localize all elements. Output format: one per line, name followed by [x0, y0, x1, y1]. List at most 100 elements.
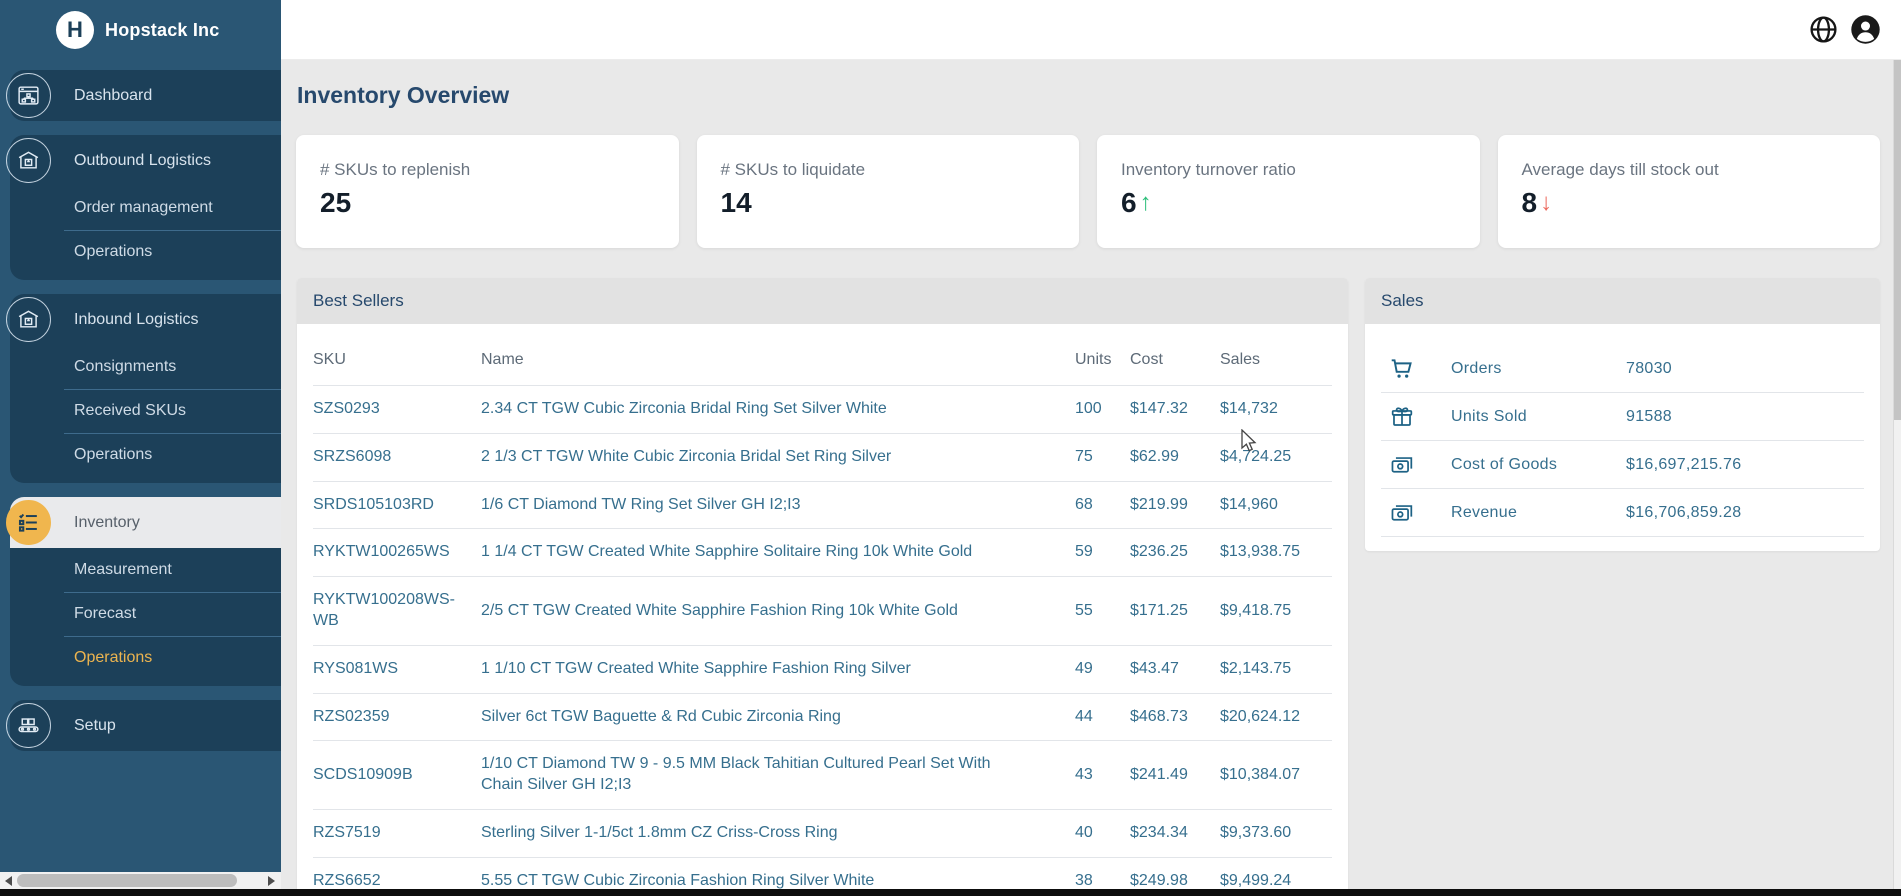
cell-sales: $14,732: [1220, 386, 1332, 434]
table-row: SCDS10909B 1/10 CT Diamond TW 9 - 9.5 MM…: [313, 741, 1332, 810]
cell-units: 59: [1075, 529, 1130, 577]
column-header-sales: Sales: [1220, 324, 1332, 386]
table-header-row: SKU Name Units Cost Sales: [313, 324, 1332, 386]
cash-icon: [1389, 452, 1415, 478]
table-row: SRZS6098 2 1/3 CT TGW White Cubic Zircon…: [313, 433, 1332, 481]
cell-sku[interactable]: SRDS105103RD: [313, 481, 481, 529]
sidebar-item-dashboard[interactable]: Dashboard: [10, 70, 281, 121]
sidebar-item-label: Dashboard: [74, 87, 152, 105]
stat-label: # SKUs to liquidate: [721, 160, 1056, 180]
sidebar-item-measurement[interactable]: Measurement: [10, 548, 281, 592]
cell-sales: $10,384.07: [1220, 741, 1332, 810]
vertical-scrollbar[interactable]: [1893, 60, 1901, 889]
cell-sales: $14,960: [1220, 481, 1332, 529]
main-content: Inventory Overview # SKUs to replenish 2…: [281, 60, 1901, 896]
table-row: RYKTW100208WS-WB 2/5 CT TGW Created Whit…: [313, 577, 1332, 646]
best-sellers-table: SKU Name Units Cost Sales SZS0293 2.34 C…: [313, 324, 1332, 896]
cell-sku[interactable]: SCDS10909B: [313, 741, 481, 810]
cell-name: 1 1/4 CT TGW Created White Sapphire Soli…: [481, 529, 1075, 577]
cell-cost: $234.34: [1130, 809, 1220, 857]
cell-units: 40: [1075, 809, 1130, 857]
stat-value: 8: [1522, 187, 1538, 219]
cell-units: 44: [1075, 693, 1130, 741]
scroll-left-arrow-icon[interactable]: [5, 876, 12, 886]
nav-group-inbound: Inbound Logistics Consignments Received …: [10, 294, 281, 483]
panels-row: Best Sellers SKU Name Units Cost Sales S…: [297, 278, 1880, 896]
table-row: RYS081WS 1 1/10 CT TGW Created White Sap…: [313, 645, 1332, 693]
cell-name: 2 1/3 CT TGW White Cubic Zirconia Bridal…: [481, 433, 1075, 481]
sales-label: Revenue: [1451, 504, 1626, 522]
cell-cost: $236.25: [1130, 529, 1220, 577]
warehouse-inbound-icon: [6, 297, 51, 342]
sales-row-cost-of-goods: Cost of Goods $16,697,215.76: [1381, 441, 1864, 489]
cell-cost: $468.73: [1130, 693, 1220, 741]
bottom-edge-bar: [0, 889, 1901, 896]
sidebar-item-received-skus[interactable]: Received SKUs: [10, 389, 281, 433]
cell-sku[interactable]: RYKTW100208WS-WB: [313, 577, 481, 646]
table-row: RYKTW100265WS 1 1/4 CT TGW Created White…: [313, 529, 1332, 577]
cell-sales: $9,373.60: [1220, 809, 1332, 857]
sales-value: $16,697,215.76: [1626, 456, 1741, 474]
sidebar-item-order-management[interactable]: Order management: [10, 186, 281, 230]
cell-cost: $43.47: [1130, 645, 1220, 693]
scrollbar-thumb[interactable]: [1894, 60, 1901, 420]
sales-label: Orders: [1451, 360, 1626, 378]
sales-value: $16,706,859.28: [1626, 504, 1741, 522]
sidebar-nav: Dashboard Outbound Logistics Order manag…: [0, 60, 281, 751]
sidebar-item-outbound-operations[interactable]: Operations: [10, 230, 281, 274]
cell-sales: $2,143.75: [1220, 645, 1332, 693]
cell-sku[interactable]: RYS081WS: [313, 645, 481, 693]
sidebar-item-label: Inventory: [74, 514, 140, 532]
stat-card-days-till-stockout: Average days till stock out 8 ↓: [1498, 135, 1881, 248]
cell-sku[interactable]: RZS02359: [313, 693, 481, 741]
globe-icon[interactable]: [1808, 14, 1839, 45]
sales-row-revenue: Revenue $16,706,859.28: [1381, 489, 1864, 537]
sidebar-item-inventory[interactable]: Inventory: [10, 497, 281, 548]
stat-label: Inventory turnover ratio: [1121, 160, 1456, 180]
column-header-name: Name: [481, 324, 1075, 386]
cell-sku[interactable]: RYKTW100265WS: [313, 529, 481, 577]
warehouse-outbound-icon: [6, 138, 51, 183]
sidebar-item-inventory-operations[interactable]: Operations: [10, 636, 281, 680]
sidebar-item-inbound-logistics[interactable]: Inbound Logistics: [10, 294, 281, 345]
sidebar-item-inbound-operations[interactable]: Operations: [10, 433, 281, 477]
scroll-right-arrow-icon[interactable]: [268, 876, 275, 886]
conveyor-icon: [6, 703, 51, 748]
cell-sku[interactable]: RZS7519: [313, 809, 481, 857]
sidebar-item-consignments[interactable]: Consignments: [10, 345, 281, 389]
cell-units: 75: [1075, 433, 1130, 481]
cell-sales: $20,624.12: [1220, 693, 1332, 741]
stat-card-skus-replenish: # SKUs to replenish 25: [296, 135, 679, 248]
cell-sku[interactable]: SZS0293: [313, 386, 481, 434]
app-logo: H Hopstack Inc: [0, 0, 281, 60]
cell-cost: $219.99: [1130, 481, 1220, 529]
cell-name: 1/10 CT Diamond TW 9 - 9.5 MM Black Tahi…: [481, 741, 1075, 810]
cell-cost: $241.49: [1130, 741, 1220, 810]
sidebar-horizontal-scrollbar[interactable]: [0, 872, 281, 889]
sidebar-item-label: Outbound Logistics: [74, 152, 211, 170]
inventory-checklist-icon: [6, 500, 51, 545]
cell-sku[interactable]: SRZS6098: [313, 433, 481, 481]
package-icon: [1389, 404, 1415, 430]
table-row: SZS0293 2.34 CT TGW Cubic Zirconia Brida…: [313, 386, 1332, 434]
sales-value: 78030: [1626, 360, 1672, 378]
cell-units: 68: [1075, 481, 1130, 529]
nav-group-outbound: Outbound Logistics Order management Oper…: [10, 135, 281, 280]
stat-label: Average days till stock out: [1522, 160, 1857, 180]
best-sellers-title: Best Sellers: [297, 278, 1348, 324]
cell-name: 2.34 CT TGW Cubic Zirconia Bridal Ring S…: [481, 386, 1075, 434]
stat-cards: # SKUs to replenish 25 # SKUs to liquida…: [296, 135, 1880, 248]
scrollbar-thumb[interactable]: [17, 874, 237, 887]
sales-panel: Sales Orders 78030: [1365, 278, 1880, 551]
cell-cost: $62.99: [1130, 433, 1220, 481]
sales-row-orders: Orders 78030: [1381, 345, 1864, 393]
sidebar-item-setup[interactable]: Setup: [10, 700, 281, 751]
trend-up-arrow-icon: ↑: [1140, 191, 1152, 215]
column-header-cost: Cost: [1130, 324, 1220, 386]
stat-value: 14: [721, 187, 752, 219]
user-avatar-icon[interactable]: [1850, 14, 1881, 45]
cell-units: 55: [1075, 577, 1130, 646]
top-header: [281, 0, 1901, 60]
sidebar-item-forecast[interactable]: Forecast: [10, 592, 281, 636]
sidebar-item-outbound-logistics[interactable]: Outbound Logistics: [10, 135, 281, 186]
